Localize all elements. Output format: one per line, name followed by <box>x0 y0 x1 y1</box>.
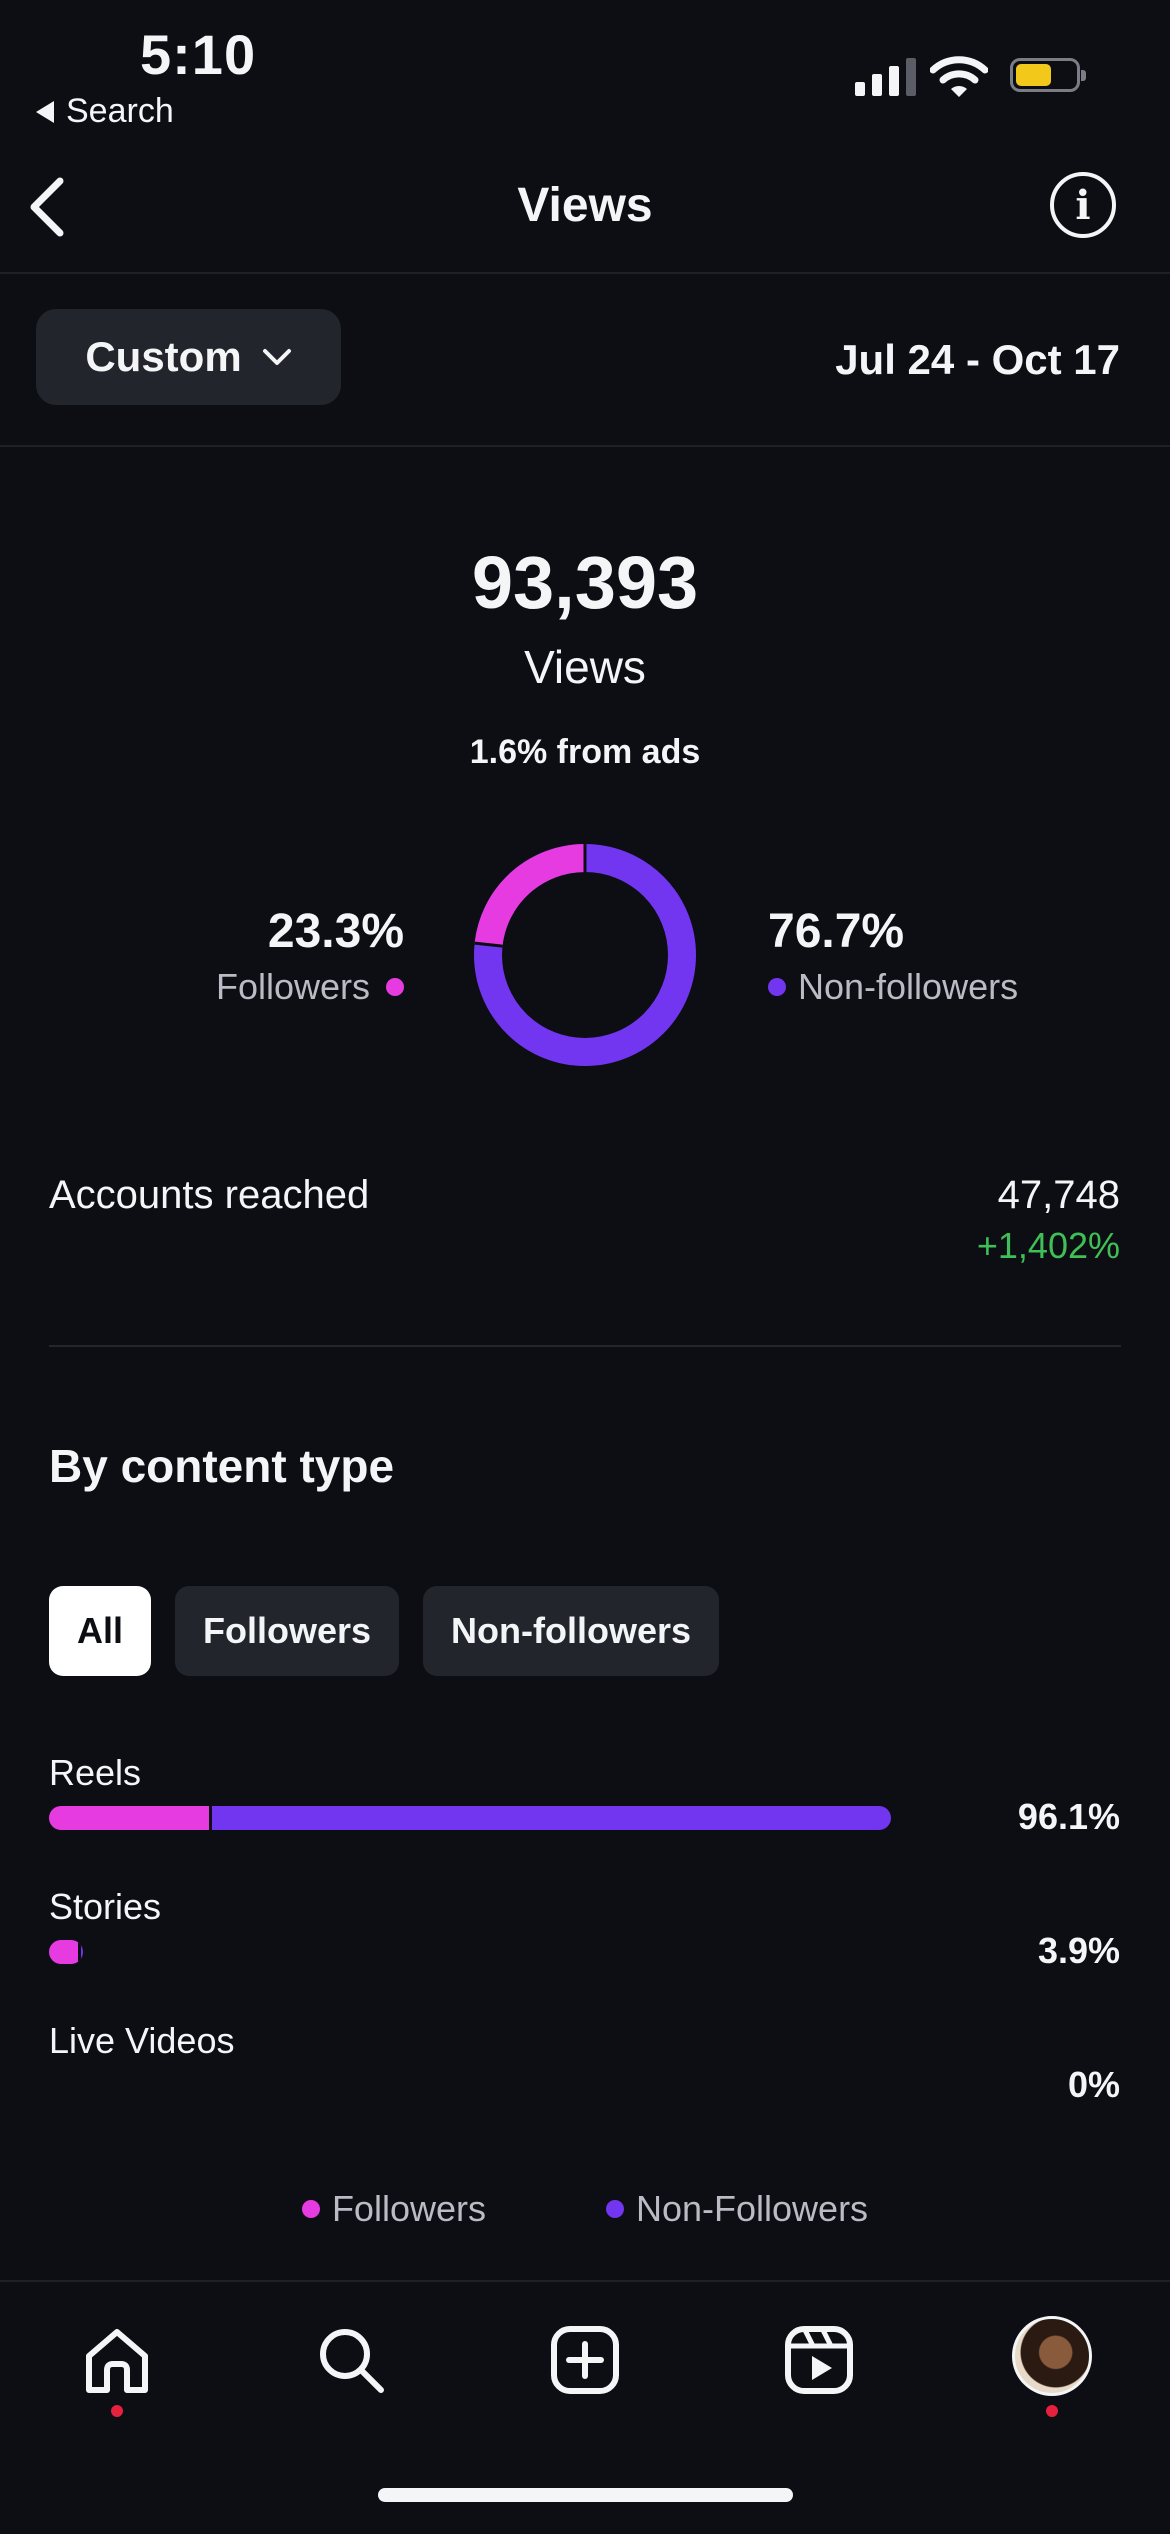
non-followers-legend: Non-followers <box>768 966 1018 1008</box>
content-row-pct-reels: 96.1% <box>1017 1796 1120 1837</box>
content-bar-reels <box>49 1806 891 1830</box>
non-followers-percent: 76.7% <box>768 905 905 958</box>
profile-notification-dot <box>1046 2405 1058 2417</box>
filter-divider <box>0 445 1170 447</box>
back-app-label: Search <box>66 92 174 130</box>
content-row-label-stories: Stories <box>49 1886 162 1927</box>
back-triangle-icon <box>36 100 54 123</box>
non-followers-label: Non-followers <box>798 966 1019 1007</box>
profile-avatar[interactable] <box>1012 2316 1092 2396</box>
home-icon[interactable] <box>77 2320 157 2400</box>
content-row-label-live: Live Videos <box>49 2020 235 2061</box>
content-row-pct-stories: 3.9% <box>1037 1930 1120 1971</box>
followers-legend: Followers <box>216 966 404 1008</box>
content-bar-stories <box>49 1940 83 1964</box>
views-donut-chart <box>474 844 696 1066</box>
cellular-signal-icon <box>855 58 916 96</box>
followers-percent: 23.3% <box>267 905 404 958</box>
date-range: Jul 24 - Oct 17 <box>835 336 1120 383</box>
search-icon[interactable] <box>311 2320 391 2400</box>
legend-non-followers-dot-icon <box>605 2200 624 2218</box>
content-type-tabs: All Followers Non-followers <box>49 1586 720 1676</box>
battery-icon <box>1010 58 1086 92</box>
ads-note: 1.6% from ads <box>469 733 701 771</box>
legend-followers: Followers <box>301 2188 486 2230</box>
content-row-label-reels: Reels <box>49 1752 142 1793</box>
chevron-down-icon <box>262 349 291 365</box>
wifi-icon <box>929 56 989 103</box>
page-title: Views <box>517 179 653 232</box>
home-indicator <box>378 2488 793 2502</box>
period-dropdown[interactable]: Custom <box>36 309 341 405</box>
content-legend: Followers Non-Followers <box>0 2188 1170 2230</box>
tab-all[interactable]: All <box>49 1586 152 1676</box>
section-divider <box>49 1345 1121 1347</box>
followers-label: Followers <box>215 966 370 1007</box>
back-to-search-link[interactable]: Search <box>36 92 174 131</box>
period-label: Custom <box>85 333 242 380</box>
legend-followers-label: Followers <box>331 2188 486 2229</box>
accounts-reached-change: +1,402% <box>976 1225 1120 1266</box>
legend-followers-dot-icon <box>301 2200 320 2218</box>
header-divider <box>0 272 1170 274</box>
content-type-title: By content type <box>49 1440 395 1492</box>
tab-non-followers[interactable]: Non-followers <box>423 1586 720 1676</box>
followers-dot-icon <box>386 978 404 996</box>
reels-icon[interactable] <box>779 2320 859 2400</box>
total-views-label: Views <box>524 641 646 693</box>
create-icon[interactable] <box>545 2320 625 2400</box>
info-icon[interactable]: i <box>1050 172 1116 238</box>
status-time: 5:10 <box>140 23 257 86</box>
legend-non-followers-label: Non-Followers <box>635 2188 869 2229</box>
content-row-pct-live: 0% <box>1067 2064 1120 2105</box>
tab-followers[interactable]: Followers <box>175 1586 400 1676</box>
home-notification-dot <box>111 2405 123 2417</box>
total-views: 93,393 <box>471 541 699 624</box>
non-followers-dot-icon <box>768 978 786 996</box>
accounts-reached-label: Accounts reached <box>49 1173 370 1217</box>
legend-non-followers: Non-Followers <box>605 2188 869 2230</box>
accounts-reached-value: 47,748 <box>997 1173 1120 1217</box>
